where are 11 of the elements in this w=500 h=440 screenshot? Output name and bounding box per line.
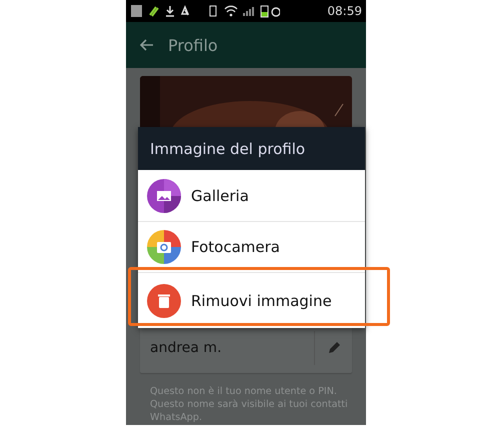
pencil-icon	[326, 341, 340, 355]
screen-title: Profilo	[168, 36, 218, 54]
trash-icon	[147, 284, 181, 318]
menu-option[interactable]: Galleria	[138, 170, 365, 221]
camera-icon	[147, 230, 181, 264]
menu-option[interactable]: Fotocamera	[138, 221, 365, 272]
clock: 08:59	[327, 4, 362, 18]
menu-option[interactable]: Rimuovi immagine	[138, 272, 365, 328]
back-arrow-icon[interactable]	[140, 39, 154, 51]
image-icon	[147, 179, 181, 213]
dialog-title: Immagine del profilo	[138, 127, 365, 170]
